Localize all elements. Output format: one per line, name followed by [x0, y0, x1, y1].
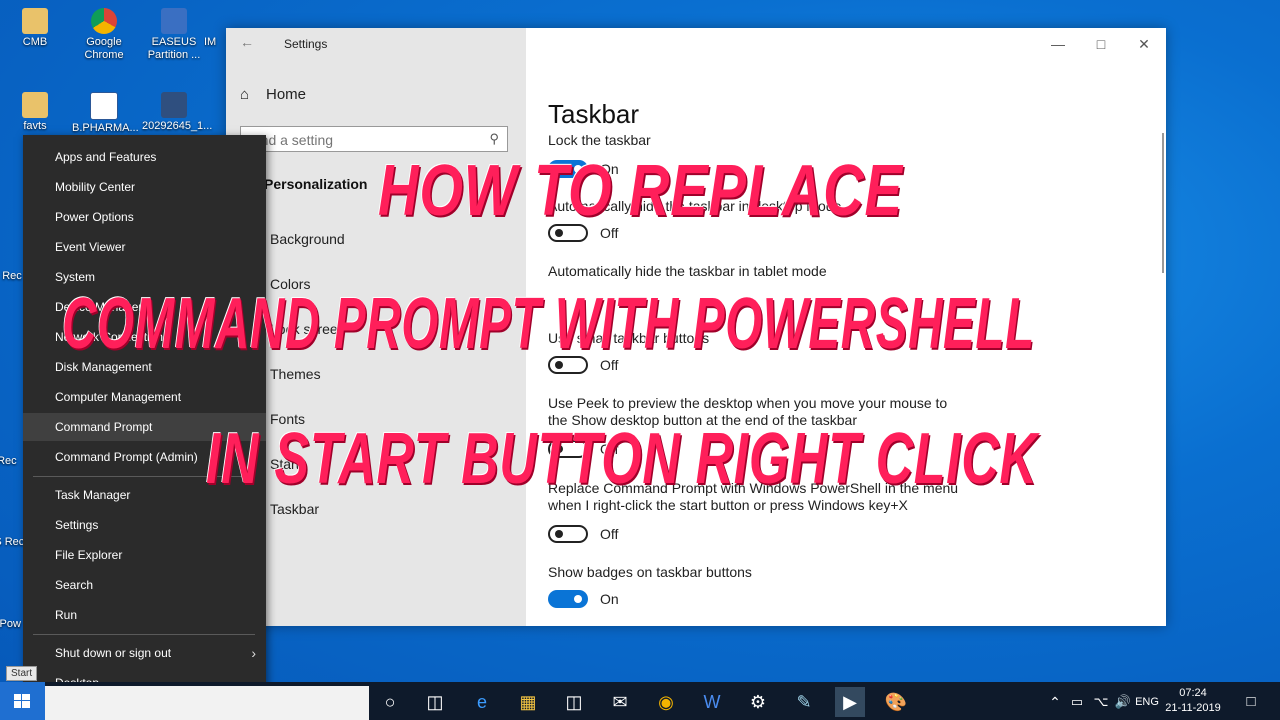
easeus-icon	[161, 8, 187, 34]
setting-label: Show badges on taskbar buttons	[548, 564, 752, 580]
find-setting-search[interactable]: ⚲	[240, 126, 508, 152]
settings-icon[interactable]: ⚙	[743, 687, 773, 717]
chevron-right-icon: ›	[251, 645, 256, 661]
menu-apps-features[interactable]: Apps and Features	[23, 143, 266, 171]
nav-themes[interactable]: Themes	[270, 366, 321, 382]
setting-label: Automatically hide the taskbar in tablet…	[548, 263, 827, 279]
home-icon: ⌂	[240, 86, 250, 103]
chrome-icon[interactable]: ◉	[651, 687, 681, 717]
nav-background[interactable]: Background	[270, 231, 345, 247]
toggle-state: Off	[600, 526, 619, 542]
menu-event-viewer[interactable]: Event Viewer	[23, 233, 266, 261]
back-arrow-icon[interactable]: ←	[240, 34, 254, 50]
toggle-state: On	[600, 591, 619, 607]
menu-settings[interactable]: Settings	[23, 511, 266, 539]
desktop-icon-cmb[interactable]: CMB	[3, 8, 67, 49]
edge-icon[interactable]: e	[467, 687, 497, 717]
store-icon[interactable]: ◫	[559, 687, 589, 717]
start-button[interactable]	[0, 682, 45, 720]
close-icon[interactable]: ✕	[1134, 36, 1154, 53]
menu-search[interactable]: Search	[23, 571, 266, 599]
window-title: Settings	[284, 37, 328, 51]
home-label: Home	[266, 86, 307, 103]
word-icon[interactable]: W	[697, 687, 727, 717]
paint-icon[interactable]: 🎨	[881, 687, 911, 717]
file-explorer-icon[interactable]: ▦	[513, 687, 543, 717]
clock-date: 21-11-2019	[1165, 702, 1221, 714]
menu-run[interactable]: Run	[23, 601, 266, 629]
cmd-icon[interactable]: ▶	[835, 687, 865, 717]
notepad-icon[interactable]: ✎	[789, 687, 819, 717]
minimize-icon[interactable]: —	[1048, 36, 1068, 52]
toggle-badges[interactable]	[548, 590, 588, 608]
menu-file-explorer[interactable]: File Explorer	[23, 541, 266, 569]
photo-icon	[161, 92, 187, 118]
menu-shutdown[interactable]: Shut down or sign out ›	[23, 639, 266, 667]
toggle-knob	[555, 530, 563, 538]
desktop-icon-chrome[interactable]: Google Chrome	[72, 8, 136, 62]
desktop-icon-photo[interactable]: 20292645_1...	[142, 92, 212, 133]
task-view-icon[interactable]: ◫	[420, 687, 450, 717]
toggle-replace-cmd[interactable]	[548, 525, 588, 543]
home-link[interactable]: ⌂ Home	[240, 86, 306, 103]
menu-shutdown-label: Shut down or sign out	[55, 646, 172, 660]
menu-mobility-center[interactable]: Mobility Center	[23, 173, 266, 201]
page-title: Taskbar	[548, 99, 640, 130]
taskbar-search-box[interactable]	[45, 686, 369, 720]
setting-label: Lock the taskbar	[548, 132, 651, 148]
language-indicator[interactable]: ENG	[1132, 687, 1162, 717]
folder-icon	[22, 92, 48, 118]
start-tooltip: Start	[6, 666, 38, 681]
clock-time: 07:24	[1179, 687, 1207, 699]
windows-logo-icon	[14, 694, 30, 708]
desktop-icon-favts[interactable]: favts	[3, 92, 67, 133]
notification-icon[interactable]: □	[1236, 687, 1266, 717]
overlay-line-1: HOW TO REPLACE	[378, 151, 903, 231]
cortana-icon[interactable]: ○	[375, 687, 405, 717]
menu-power-options[interactable]: Power Options	[23, 203, 266, 231]
desktop: CMB Google Chrome EASEUS Partition ... I…	[0, 0, 1280, 720]
desktop-icon-easeus[interactable]: EASEUS Partition ...	[142, 8, 206, 62]
mail-icon[interactable]: ✉	[605, 687, 635, 717]
nav-taskbar[interactable]: Taskbar	[270, 501, 319, 517]
desktop-icon-bpharma[interactable]: B.PHARMA...	[72, 92, 139, 135]
menu-computer-management[interactable]: Computer Management	[23, 383, 266, 411]
find-setting-input[interactable]	[247, 128, 481, 152]
section-heading: Personalization	[264, 176, 368, 192]
word-doc-icon	[90, 92, 118, 120]
taskbar-clock[interactable]: 07:24 21-11-2019	[1160, 686, 1226, 716]
search-icon: ⚲	[489, 131, 499, 146]
toggle-knob	[574, 595, 582, 603]
scrollbar[interactable]	[1162, 133, 1164, 273]
desktop-icon-im[interactable]: IM	[204, 8, 226, 49]
maximize-icon[interactable]: □	[1091, 36, 1111, 52]
menu-separator	[33, 634, 255, 635]
overlay-line-2: COMMAND PROMPT WITH POWERSHELL	[62, 284, 1035, 364]
chrome-icon	[91, 8, 117, 34]
folder-icon	[22, 8, 48, 34]
overlay-line-3: IN START BUTTON RIGHT CLICK	[206, 419, 1038, 499]
